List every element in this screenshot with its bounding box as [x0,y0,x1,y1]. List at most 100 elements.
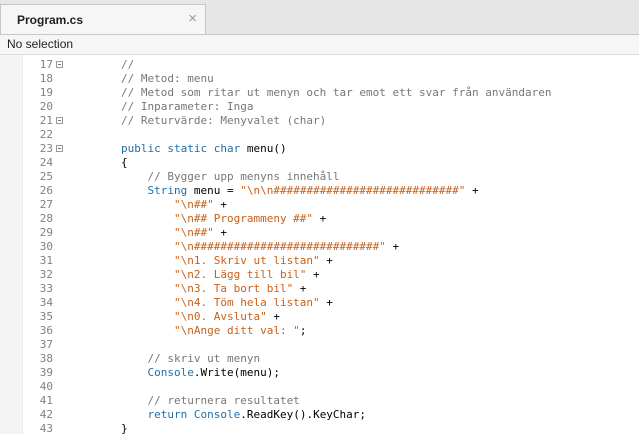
code-token-comment: // Returvärde: Menyvalet (char) [121,114,327,127]
code-token-plain: ; [299,324,307,337]
code-line[interactable]: 38 // skriv ut menyn [0,352,639,366]
line-number: 29 [39,226,53,239]
code-token-plain: .ReadKey().KeyChar; [240,408,367,421]
code-text: // skriv ut menyn [121,352,260,366]
code-line[interactable]: 33 "\n3. Ta bort bil" + [0,282,639,296]
line-number: 36 [39,324,53,337]
selection-status: No selection [7,37,74,51]
code-line[interactable]: 42 return Console.ReadKey().KeyChar; [0,408,639,422]
fold-toggle-icon[interactable] [56,61,63,68]
tab-program-cs[interactable]: Program.cs × [0,4,206,34]
code-text: } [121,422,128,434]
fold-toggle-icon[interactable] [56,117,63,124]
code-line[interactable]: 43} [0,422,639,434]
code-token-plain: + [306,268,320,281]
line-number: 31 [39,254,53,267]
code-token-str: "\n## Programmeny ##" [121,212,314,225]
code-token-str: "\n0. Avsluta" [121,310,267,323]
code-line[interactable]: 30 "\n############################" + [0,240,639,254]
code-line[interactable]: 23 public static char menu() [0,142,639,156]
code-text: "\n4. Töm hela listan" + [121,296,333,310]
code-token-str: "\n2. Lägg till bil" [121,268,307,281]
code-line[interactable]: 26 String menu = "\n\n##################… [0,184,639,198]
code-token-comment: // [121,58,135,71]
line-number: 43 [39,422,53,434]
code-token-comment: // Metod som ritar ut menyn och tar emot… [121,86,552,99]
code-text: // returnera resultatet [121,394,300,408]
line-number: 28 [39,212,53,225]
code-line[interactable]: 41 // returnera resultatet [0,394,639,408]
code-token-comment: // returnera resultatet [121,394,300,407]
code-text: "\n2. Lägg till bil" + [121,268,320,282]
code-text: "\n##" + [121,198,227,212]
code-text: "\nAnge ditt val: "; [121,324,306,338]
line-number: 27 [39,198,53,211]
code-line[interactable]: 40 [0,380,639,394]
code-line[interactable]: 21 // Returvärde: Menyvalet (char) [0,114,639,128]
code-text: "\n3. Ta bort bil" + [121,282,306,296]
code-token-str: "\n##" [121,198,214,211]
code-text: "\n1. Skriv ut listan" + [121,254,333,268]
code-line[interactable]: 36 "\nAnge ditt val: "; [0,324,639,338]
code-token-comment: // Bygger upp menyns innehåll [121,170,340,183]
line-number: 35 [39,310,53,323]
code-token-type: Console [121,366,194,379]
line-number: 23 [39,142,53,155]
close-icon[interactable]: × [188,10,197,27]
line-number: 34 [39,296,53,309]
code-line[interactable]: 22 [0,128,639,142]
code-token-type: Console [193,408,241,421]
code-token-comment: // Inparameter: Inga [121,100,254,113]
code-line[interactable]: 18 // Metod: menu [0,72,639,86]
code-line[interactable]: 39 Console.Write(menu); [0,366,639,380]
code-token-str: "\n############################" [121,240,386,253]
code-line[interactable]: 20 // Inparameter: Inga [0,100,639,114]
code-token-plain: + [213,226,227,239]
code-line[interactable]: 37 [0,338,639,352]
line-number: 38 [39,352,53,365]
code-token-str: "\nAnge ditt val: " [121,324,300,337]
code-token-str: "\n1. Skriv ut listan" [121,254,320,267]
code-token-plain: + [319,254,333,267]
tab-bar: Program.cs × [0,0,639,35]
code-line[interactable]: 25 // Bygger upp menyns innehåll [0,170,639,184]
code-text: // Returvärde: Menyvalet (char) [121,114,326,128]
code-line[interactable]: 31 "\n1. Skriv ut listan" + [0,254,639,268]
code-token-plain: + [213,198,227,211]
line-number: 18 [39,72,53,85]
line-number: 24 [39,156,53,169]
code-text: Console.Write(menu); [121,366,279,380]
code-line[interactable]: 17 // [0,58,639,72]
line-number: 42 [39,408,53,421]
code-token-str: "\n3. Ta bort bil" [121,282,294,295]
code-line[interactable]: 34 "\n4. Töm hela listan" + [0,296,639,310]
code-token-plain: + [385,240,400,253]
code-text: // Bygger upp menyns innehåll [121,170,340,184]
code-text: "\n##" + [121,226,227,240]
code-token-plain: + [465,184,479,197]
code-line[interactable]: 29 "\n##" + [0,226,639,240]
line-number: 21 [39,114,53,127]
fold-toggle-icon[interactable] [56,145,63,152]
code-text: public static char menu() [121,142,287,156]
code-line[interactable]: 19 // Metod som ritar ut menyn och tar em… [0,86,639,100]
code-token-plain: menu() [246,142,287,155]
code-line[interactable]: 27 "\n##" + [0,198,639,212]
code-text: "\n## Programmeny ##" + [121,212,326,226]
code-token-type: String [121,184,194,197]
code-token-kw: return [121,408,194,421]
code-token-kw: public static char [121,142,247,155]
code-token-plain: { [121,156,128,169]
code-line[interactable]: 28 "\n## Programmeny ##" + [0,212,639,226]
code-line[interactable]: 32 "\n2. Lägg till bil" + [0,268,639,282]
code-line[interactable]: 24 { [0,156,639,170]
code-token-plain: + [319,296,333,309]
line-number: 32 [39,268,53,281]
line-number: 22 [39,128,53,141]
code-token-comment: // Metod: menu [121,72,214,85]
code-editor[interactable]: 17 // 18 // Metod: menu 19 // Metod som ritar… [0,55,639,434]
code-line[interactable]: 35 "\n0. Avsluta" + [0,310,639,324]
code-token-str: "\n4. Töm hela listan" [121,296,320,309]
line-number: 40 [39,380,53,393]
tab-title: Program.cs [17,13,84,27]
